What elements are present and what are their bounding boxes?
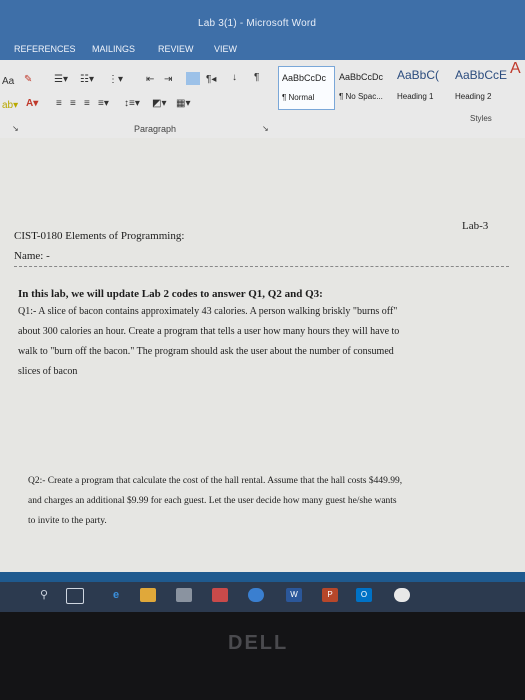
tab-view[interactable]: VIEW bbox=[214, 44, 237, 54]
tab-mailings[interactable]: MAILINGS bbox=[92, 44, 135, 54]
laptop-bezel bbox=[0, 612, 525, 700]
font-color-icon[interactable]: A▾ bbox=[26, 98, 38, 109]
style-sample: AaBbCcE bbox=[455, 68, 508, 82]
file-explorer-icon[interactable] bbox=[140, 588, 156, 602]
sort-icon[interactable]: ↓ bbox=[232, 72, 237, 83]
style-heading-2[interactable]: AaBbCcE Heading 2 bbox=[452, 66, 507, 108]
q2-line: to invite to the party. bbox=[28, 516, 107, 526]
q1-line: Q1:- A slice of bacon contains approxima… bbox=[18, 306, 398, 317]
q1-line: walk to "burn off the bacon." The progra… bbox=[18, 346, 394, 357]
document-page[interactable]: Lab-3 CIST-0180 Elements of Programming:… bbox=[0, 138, 525, 572]
ribbon: Aa ✎ ☰▾ ☷▾ ⋮▾ ⇤ ⇥ ¶◂ ↓ ¶ ab▾ A▾ ≡ ≡ ≡ ≡▾… bbox=[0, 60, 525, 139]
q2-line: Q2:- Create a program that calculate the… bbox=[28, 476, 403, 486]
rtl-direction-icon[interactable]: ¶◂ bbox=[206, 74, 216, 85]
paragraph-dialog-launcher-icon[interactable]: ↘ bbox=[262, 124, 269, 133]
style-name: ¶ Normal bbox=[282, 93, 315, 102]
align-right-icon[interactable]: ≡ bbox=[84, 98, 90, 109]
status-bar bbox=[0, 572, 525, 582]
dell-logo: DELL bbox=[228, 632, 289, 654]
style-name: Heading 1 bbox=[397, 92, 434, 101]
multilevel-list-icon[interactable]: ⋮▾ bbox=[108, 74, 123, 85]
ltr-direction-icon[interactable] bbox=[186, 72, 200, 85]
q1-line: about 300 calories an hour. Create a pro… bbox=[18, 326, 400, 337]
lab-intro: In this lab, we will update Lab 2 codes … bbox=[18, 288, 323, 300]
office-app-icon[interactable] bbox=[212, 588, 228, 602]
line-spacing-icon[interactable]: ↕≡▾ bbox=[124, 98, 140, 109]
title-bar: Lab 3(1) - Microsoft Word bbox=[0, 0, 525, 40]
decrease-indent-icon[interactable]: ⇤ bbox=[146, 74, 154, 85]
search-icon[interactable]: ⚲ bbox=[36, 588, 52, 602]
font-dialog-launcher-icon[interactable]: ↘ bbox=[12, 124, 19, 133]
bullets-icon[interactable]: ☰▾ bbox=[54, 74, 68, 85]
task-view-icon[interactable] bbox=[66, 588, 84, 604]
text-highlight-icon[interactable]: ab▾ bbox=[2, 100, 18, 111]
paragraph-group-label: Paragraph bbox=[134, 124, 177, 134]
clear-formatting-icon[interactable]: ✎ bbox=[24, 74, 32, 85]
style-no-spacing[interactable]: AaBbCcDc ¶ No Spac... bbox=[336, 66, 391, 108]
align-left-icon[interactable]: ≡ bbox=[56, 98, 62, 109]
name-label: Name: - bbox=[14, 250, 50, 262]
powerpoint-icon[interactable]: P bbox=[322, 588, 338, 602]
separator-line bbox=[14, 266, 509, 267]
app-icon[interactable] bbox=[394, 588, 410, 602]
tab-review[interactable]: REVIEW bbox=[158, 44, 194, 54]
borders-icon[interactable]: ▦▾ bbox=[176, 98, 190, 109]
style-sample: AaBbC( bbox=[397, 68, 440, 82]
increase-indent-icon[interactable]: ⇥ bbox=[164, 74, 172, 85]
ribbon-tabs: REFERENCES MAILINGS REVIEW VIEW bbox=[0, 40, 525, 60]
show-formatting-icon[interactable]: ¶ bbox=[254, 72, 259, 83]
style-sample: AaBbCcDc bbox=[339, 72, 384, 82]
screen: Lab 3(1) - Microsoft Word REFERENCES MAI… bbox=[0, 0, 525, 612]
change-case-button[interactable]: Aa bbox=[2, 76, 14, 87]
edge-browser-icon[interactable]: e bbox=[108, 588, 124, 602]
outlook-icon[interactable]: O bbox=[356, 588, 372, 602]
chrome-icon[interactable] bbox=[248, 588, 264, 602]
word-icon[interactable]: W bbox=[286, 588, 302, 602]
styles-more-icon[interactable]: A bbox=[510, 60, 521, 78]
justify-icon[interactable]: ≡▾ bbox=[98, 98, 109, 109]
styles-group-label: Styles bbox=[470, 114, 492, 123]
window-title: Lab 3(1) - Microsoft Word bbox=[198, 18, 317, 29]
lab-number: Lab-3 bbox=[462, 220, 489, 232]
style-name: ¶ No Spac... bbox=[339, 92, 383, 101]
tab-references[interactable]: REFERENCES bbox=[14, 44, 76, 54]
shading-icon[interactable]: ◩▾ bbox=[152, 98, 166, 109]
store-icon[interactable] bbox=[176, 588, 192, 602]
q2-line: and charges an additional $9.99 for each… bbox=[28, 496, 397, 506]
align-center-icon[interactable]: ≡ bbox=[70, 98, 76, 109]
style-name: Heading 2 bbox=[455, 92, 492, 101]
numbering-icon[interactable]: ☷▾ bbox=[80, 74, 94, 85]
q1-line: slices of bacon bbox=[18, 366, 78, 377]
style-sample: AaBbCcDc bbox=[282, 73, 327, 83]
style-heading-1[interactable]: AaBbC( Heading 1 bbox=[394, 66, 449, 108]
course-title: CIST-0180 Elements of Programming: bbox=[14, 230, 185, 242]
style-normal[interactable]: AaBbCcDc ¶ Normal bbox=[278, 66, 335, 110]
